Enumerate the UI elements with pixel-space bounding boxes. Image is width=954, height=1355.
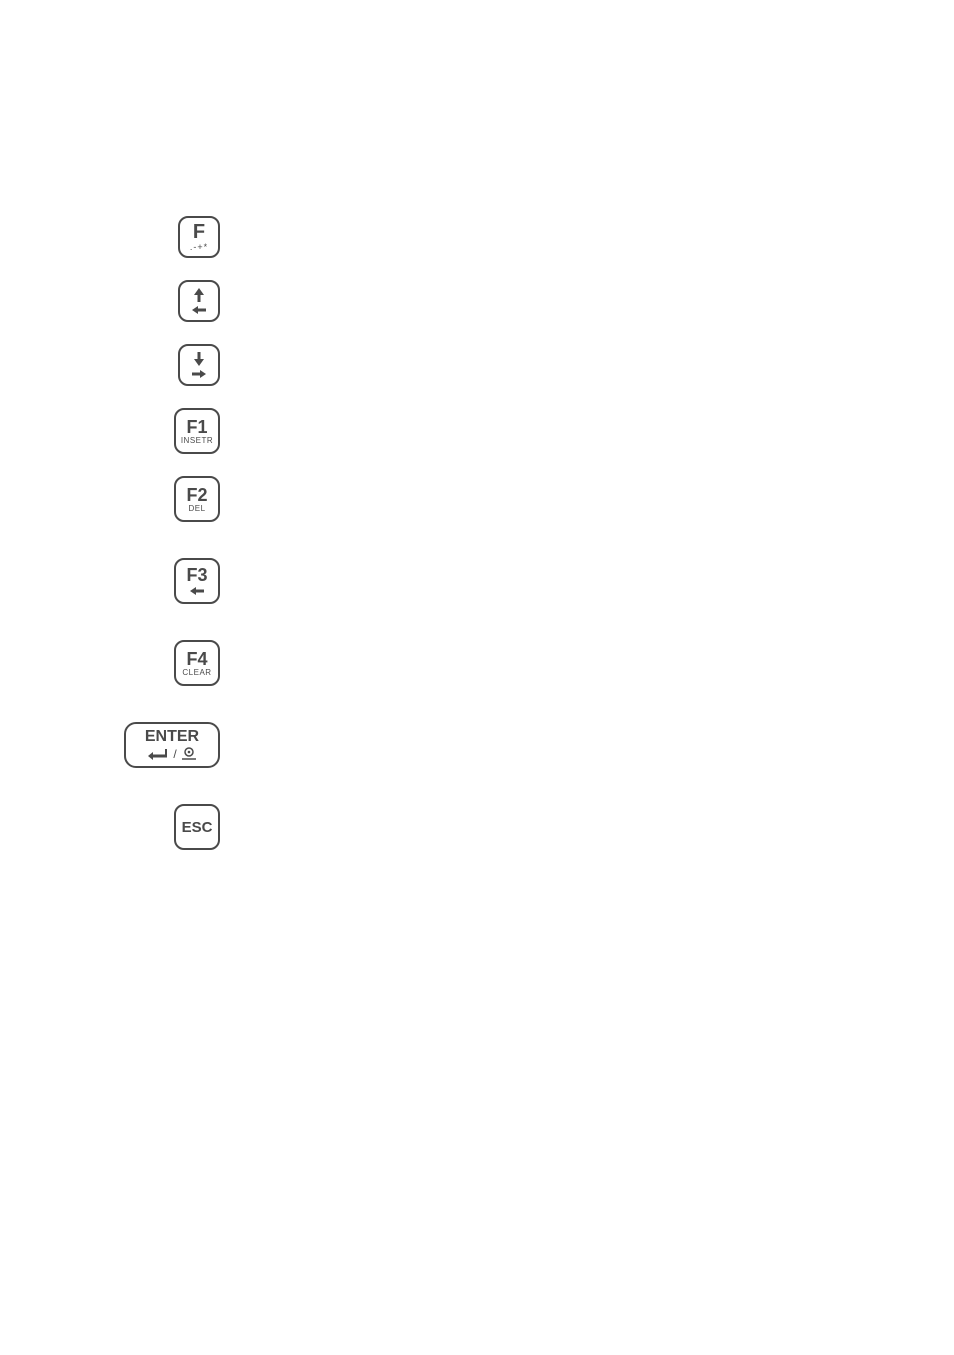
enter-key-label: ENTER [145, 729, 199, 745]
f4-key-sublabel: CLEAR [182, 669, 211, 677]
return-arrow-icon [147, 748, 169, 760]
f1-key-sublabel: INSETR [181, 437, 213, 445]
enter-sep: / [173, 748, 176, 760]
f2-key-label: F2 [186, 486, 207, 504]
down-right-arrow-key[interactable] [178, 344, 220, 386]
f2-key[interactable]: F2 DEL [174, 476, 220, 522]
arrow-up-icon [192, 287, 206, 303]
enter-key[interactable]: ENTER / [124, 722, 220, 768]
esc-key[interactable]: ESC [174, 804, 220, 850]
f1-key-label: F1 [186, 418, 207, 436]
f3-key-label: F3 [186, 566, 207, 584]
arrow-down-icon [192, 351, 206, 367]
f4-key-label: F4 [186, 650, 207, 668]
esc-key-label: ESC [182, 820, 213, 835]
f1-key[interactable]: F1 INSETR [174, 408, 220, 454]
arrow-left-icon [191, 305, 207, 315]
power-underline-icon [181, 747, 197, 761]
up-left-arrow-key[interactable] [178, 280, 220, 322]
f4-key[interactable]: F4 CLEAR [174, 640, 220, 686]
f-key[interactable]: F .-+* [178, 216, 220, 258]
f-key-label: F [193, 222, 205, 242]
f2-key-sublabel: DEL [188, 505, 205, 513]
arrow-left-small-icon [189, 586, 205, 596]
f-key-sublabel: .-+* [190, 243, 208, 252]
f3-key[interactable]: F3 [174, 558, 220, 604]
arrow-right-icon [191, 369, 207, 379]
